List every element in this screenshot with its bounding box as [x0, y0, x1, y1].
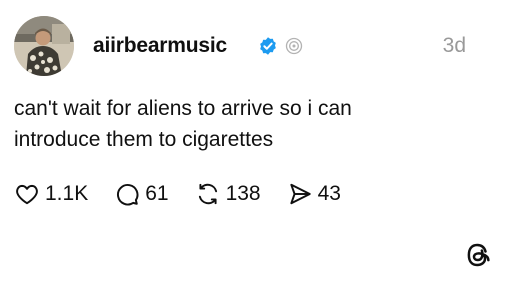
threads-logo-icon[interactable]: [464, 240, 494, 270]
repost-icon: [198, 183, 217, 205]
post-text: can't wait for aliens to arrive so i can…: [14, 93, 484, 155]
username[interactable]: aiirbearmusic: [93, 34, 227, 58]
share-button[interactable]: 43: [287, 181, 341, 207]
post-timestamp: 3d: [442, 34, 466, 57]
comment-icon: [117, 184, 139, 206]
heart-icon: [16, 184, 38, 205]
like-button[interactable]: 1.1K: [14, 181, 88, 207]
share-count: 43: [317, 182, 341, 205]
repost-button[interactable]: 138: [195, 181, 261, 207]
post-text-line-2: introduce them to cigarettes: [14, 128, 274, 151]
send-icon: [289, 183, 311, 205]
reply-button[interactable]: 61: [114, 181, 169, 207]
action-bar: 1.1K 61 138 43: [14, 179, 367, 209]
threads-badge-icon: [284, 36, 304, 56]
verified-badge-icon: [258, 36, 278, 56]
post-text-line-1: can't wait for aliens to arrive so i can: [14, 97, 352, 120]
avatar-photo: [14, 16, 74, 76]
avatar[interactable]: [14, 16, 74, 76]
like-count: 1.1K: [45, 182, 89, 205]
repost-count: 138: [225, 182, 261, 205]
threads-post-card: aiirbearmusic 3d can't wait for aliens t…: [0, 0, 508, 284]
reply-count: 61: [145, 182, 169, 205]
